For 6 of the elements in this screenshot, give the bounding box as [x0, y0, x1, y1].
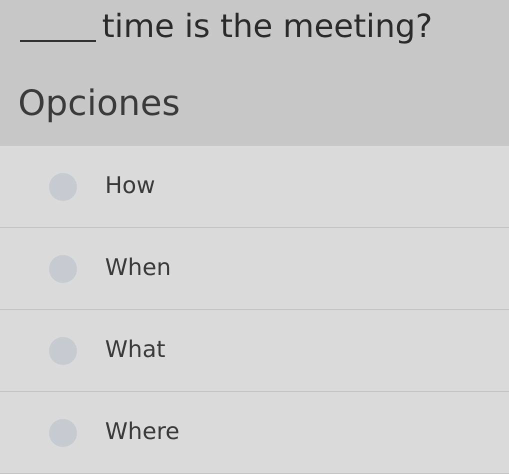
option-label: How [105, 172, 156, 202]
options-heading: Opciones [18, 84, 180, 124]
option-label: Where [105, 418, 180, 448]
question-text: time is the meeting? [102, 10, 432, 42]
option-label: When [105, 254, 172, 284]
option-label: What [105, 336, 166, 366]
